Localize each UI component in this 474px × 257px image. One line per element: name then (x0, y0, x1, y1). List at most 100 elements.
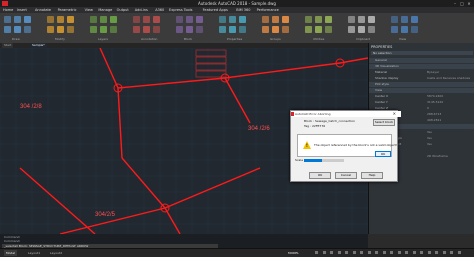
ribbon-tab-bim-360[interactable]: BIM 360 (236, 8, 250, 12)
ribbon-tool-icon[interactable] (229, 16, 236, 23)
ribbon-panel-utilities[interactable]: Utilities (313, 37, 324, 41)
ribbon-tool-icon[interactable] (315, 26, 322, 33)
ribbon-tab-insert[interactable]: Insert (17, 8, 27, 12)
ribbon-panel-block[interactable]: Block (184, 37, 192, 41)
status-tool-icon[interactable] (450, 251, 453, 254)
status-tool-icon[interactable] (397, 251, 401, 254)
ribbon-tab-view[interactable]: View (85, 8, 93, 12)
ribbon-tool-icon[interactable] (282, 16, 289, 23)
status-tool-icon[interactable] (345, 251, 348, 254)
status-tool-icon[interactable] (390, 251, 393, 254)
ribbon-tool-icon[interactable] (219, 16, 226, 23)
ribbon-tab-a360[interactable]: A360 (155, 8, 164, 12)
ribbon-tool-icon[interactable] (358, 26, 365, 33)
ribbon-tool-icon[interactable] (196, 16, 203, 23)
ribbon-tool-icon[interactable] (186, 16, 193, 23)
ribbon-tool-icon[interactable] (14, 16, 21, 23)
ribbon-tab-output[interactable]: Output (117, 8, 129, 12)
ribbon-panel-modify[interactable]: Modify (55, 37, 65, 41)
dialog-cancel-button[interactable]: Cancel (335, 172, 357, 179)
ribbon-tool-icon[interactable] (47, 16, 54, 23)
ribbon-tool-icon[interactable] (196, 26, 203, 33)
ribbon-tool-icon[interactable] (348, 26, 355, 33)
model-space-toggle[interactable]: MODEL (286, 250, 301, 256)
ribbon-tool-icon[interactable] (272, 16, 279, 23)
ribbon-tool-icon[interactable] (57, 16, 64, 23)
ribbon-tool-icon[interactable] (133, 26, 140, 33)
layout-tab-layout1[interactable]: Layout1 (26, 250, 42, 256)
status-tool-icon[interactable] (375, 251, 378, 254)
ribbon-tab-express-tools[interactable]: Express Tools (169, 8, 192, 12)
status-tool-icon[interactable] (352, 251, 356, 254)
sewer-pipe[interactable] (99, 48, 119, 89)
ribbon-tool-icon[interactable] (186, 26, 193, 33)
ribbon-panel-properties[interactable]: Properties (227, 37, 242, 41)
status-tool-icon[interactable] (420, 251, 423, 254)
sewer-pipe[interactable] (164, 207, 181, 234)
ribbon-tool-icon[interactable] (391, 26, 398, 33)
ribbon-tab-featured-apps[interactable]: Featured Apps (203, 8, 228, 12)
ribbon-tool-icon[interactable] (176, 16, 183, 23)
ribbon-tab-manage[interactable]: Manage (98, 8, 112, 12)
ribbon-tool-icon[interactable] (110, 16, 117, 23)
ribbon-tool-icon[interactable] (100, 26, 107, 33)
status-tool-icon[interactable] (315, 251, 318, 254)
property-row[interactable]: 3D Visualization (369, 64, 474, 69)
status-tool-icon[interactable] (360, 251, 363, 254)
ribbon-tool-icon[interactable] (305, 16, 312, 23)
alert-ok-button[interactable]: OK (375, 151, 391, 157)
ribbon-tool-icon[interactable] (57, 26, 64, 33)
ribbon-tool-icon[interactable] (133, 16, 140, 23)
sewer-pipe[interactable] (164, 167, 261, 209)
ribbon-tool-icon[interactable] (411, 16, 418, 23)
ribbon-tool-icon[interactable] (90, 16, 97, 23)
ribbon-tool-icon[interactable] (262, 26, 269, 33)
ribbon-tool-icon[interactable] (325, 26, 332, 33)
ribbon-tab-parametric[interactable]: Parametric (58, 8, 77, 12)
sewer-pipe[interactable] (224, 62, 341, 79)
ribbon-tool-icon[interactable] (14, 26, 21, 33)
ribbon-panel-annotation[interactable]: Annotation (141, 37, 157, 41)
ribbon-tool-icon[interactable] (24, 16, 31, 23)
property-row[interactable]: Plot style (369, 82, 474, 87)
property-row[interactable]: View (369, 88, 474, 93)
ribbon-panel-layers[interactable]: Layers (98, 37, 108, 41)
property-row[interactable]: Shadow display Casts and Receives shadows (369, 76, 474, 81)
sewer-pipe[interactable] (117, 77, 226, 89)
property-row[interactable]: Center Y 3145.5120 (369, 100, 474, 105)
status-tool-icon[interactable] (412, 251, 416, 254)
dialog-help-button[interactable]: Help (361, 172, 383, 179)
ribbon-tab-add-ins[interactable]: Add-ins (135, 8, 148, 12)
layout-tab-model[interactable]: Model (4, 250, 18, 256)
select-block-button[interactable]: Select block (373, 119, 395, 126)
ribbon-tool-icon[interactable] (315, 16, 322, 23)
scale-slider[interactable] (304, 159, 344, 162)
ribbon-tool-icon[interactable] (176, 26, 183, 33)
ribbon-tool-icon[interactable] (239, 16, 246, 23)
ribbon-tool-icon[interactable] (24, 26, 31, 33)
ribbon-tool-icon[interactable] (239, 26, 246, 33)
ribbon-tool-icon[interactable] (90, 26, 97, 33)
ribbon-panel-view[interactable]: View (399, 37, 406, 41)
sewer-pipe[interactable] (121, 157, 166, 209)
ribbon-tab-annotate[interactable]: Annotate (35, 8, 51, 12)
ribbon-tool-icon[interactable] (391, 16, 398, 23)
ribbon-tool-icon[interactable] (229, 26, 236, 33)
dialog-ok-button[interactable]: OK (309, 172, 331, 179)
dialog-close-icon[interactable]: ✕ (393, 111, 396, 116)
ribbon-tool-icon[interactable] (153, 16, 160, 23)
status-tool-icon[interactable] (382, 251, 386, 254)
ribbon-tool-icon[interactable] (110, 26, 117, 33)
ribbon-tool-icon[interactable] (305, 26, 312, 33)
status-tool-icon[interactable] (367, 251, 371, 254)
ribbon-tool-icon[interactable] (262, 16, 269, 23)
status-tool-icon[interactable] (435, 251, 438, 254)
status-tool-icon[interactable] (337, 251, 341, 254)
ribbon-tool-icon[interactable] (4, 26, 11, 33)
ribbon-tool-icon[interactable] (67, 26, 74, 33)
ribbon-tool-icon[interactable] (282, 26, 289, 33)
ribbon-tool-icon[interactable] (401, 26, 408, 33)
ribbon-tab-performance[interactable]: Performance (257, 8, 279, 12)
ribbon-tool-icon[interactable] (47, 26, 54, 33)
ribbon-tool-icon[interactable] (368, 26, 375, 33)
